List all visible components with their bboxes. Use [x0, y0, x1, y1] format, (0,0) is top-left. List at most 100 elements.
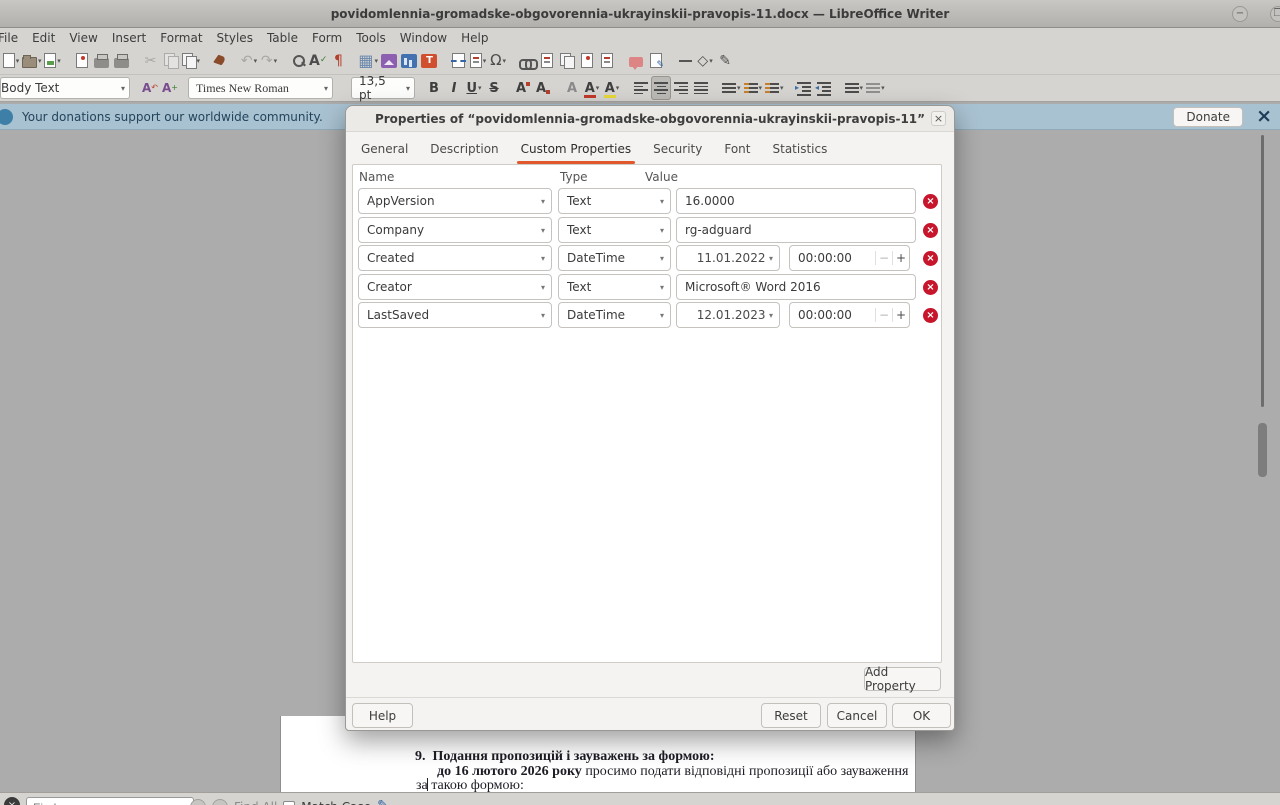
delete-property-button[interactable]: × — [923, 280, 938, 295]
delete-property-button[interactable]: × — [923, 223, 938, 238]
property-name-combo[interactable]: AppVersion▾ — [358, 188, 552, 214]
find-and-replace-icon[interactable]: ✎ — [377, 797, 389, 805]
find-next-button[interactable] — [212, 799, 228, 805]
menu-format[interactable]: Format — [153, 31, 209, 45]
find-replace-button[interactable] — [288, 49, 308, 73]
property-date-combo[interactable]: 12.01.2023▾ — [676, 302, 780, 328]
bookmark-button[interactable] — [597, 49, 617, 73]
property-type-combo[interactable]: DateTime▾ — [558, 245, 671, 271]
italic-button[interactable]: I — [444, 76, 464, 100]
property-name-combo[interactable]: Created▾ — [358, 245, 552, 271]
open-button[interactable]: ▾ — [21, 49, 43, 73]
property-type-combo[interactable]: Text▾ — [558, 274, 671, 300]
notification-close-icon[interactable]: × — [1256, 105, 1272, 127]
property-value-input[interactable] — [676, 274, 916, 300]
menu-help[interactable]: Help — [454, 31, 495, 45]
property-type-combo[interactable]: DateTime▾ — [558, 302, 671, 328]
time-decrement-button[interactable]: − — [875, 308, 892, 322]
align-left-button[interactable] — [631, 76, 651, 100]
subscript-button[interactable]: A — [533, 76, 553, 100]
justify-button[interactable] — [691, 76, 711, 100]
spelling-button[interactable]: A✓ — [308, 49, 328, 73]
property-name-combo[interactable]: Company▾ — [358, 217, 552, 243]
delete-property-button[interactable]: × — [923, 194, 938, 209]
menu-table[interactable]: Table — [260, 31, 305, 45]
horizontal-line-button[interactable] — [675, 49, 695, 73]
font-name-combo[interactable]: Times New Roman ▾ — [188, 77, 333, 99]
tab-font[interactable]: Font — [724, 134, 750, 164]
property-name-combo[interactable]: Creator▾ — [358, 274, 552, 300]
insert-image-button[interactable] — [379, 49, 399, 73]
font-size-combo[interactable]: 13,5 pt ▾ — [351, 77, 415, 99]
paste-button[interactable]: ▾ — [181, 49, 202, 73]
print-button[interactable] — [92, 49, 112, 73]
ok-button[interactable]: OK — [892, 703, 951, 728]
reset-button[interactable]: Reset — [761, 703, 821, 728]
highlight-color-button[interactable]: A▾ — [602, 76, 622, 100]
strikethrough-button[interactable]: S — [484, 76, 504, 100]
find-previous-button[interactable] — [190, 799, 206, 805]
update-style-button[interactable]: A↶ — [140, 76, 160, 100]
property-type-combo[interactable]: Text▾ — [558, 217, 671, 243]
menu-file[interactable]: File — [0, 31, 25, 45]
restore-button[interactable]: ❒ — [1270, 6, 1280, 22]
paragraph-spacing-button[interactable]: ▾ — [843, 76, 865, 100]
insert-table-button[interactable]: ▦▾ — [357, 49, 379, 73]
paragraph-style-combo[interactable]: Body Text ▾ — [0, 77, 130, 99]
page-break-button[interactable] — [448, 49, 468, 73]
superscript-button[interactable]: A — [513, 76, 533, 100]
time-decrement-button[interactable]: − — [875, 251, 892, 265]
bullet-list-button[interactable]: ▾ — [720, 76, 742, 100]
insert-comment-button[interactable] — [626, 49, 646, 73]
vertical-scrollbar-thumb[interactable] — [1258, 423, 1267, 477]
cut-button[interactable]: ✂ — [141, 49, 161, 73]
time-increment-button[interactable]: + — [892, 308, 909, 322]
menu-styles[interactable]: Styles — [210, 31, 260, 45]
property-name-combo[interactable]: LastSaved▾ — [358, 302, 552, 328]
property-value-input[interactable] — [676, 188, 916, 214]
clone-formatting-button[interactable] — [210, 49, 230, 73]
menu-form[interactable]: Form — [305, 31, 349, 45]
donate-button[interactable]: Donate — [1173, 107, 1243, 127]
tab-statistics[interactable]: Statistics — [773, 134, 828, 164]
menu-edit[interactable]: Edit — [25, 31, 62, 45]
property-date-combo[interactable]: 11.01.2022▾ — [676, 245, 780, 271]
time-increment-button[interactable]: + — [892, 251, 909, 265]
tab-description[interactable]: Description — [430, 134, 498, 164]
new-document-button[interactable]: ▾ — [1, 49, 21, 73]
align-right-button[interactable] — [671, 76, 691, 100]
bold-button[interactable]: B — [424, 76, 444, 100]
dialog-titlebar[interactable]: Properties of “povidomlennia-gromadske-o… — [346, 106, 954, 132]
new-style-button[interactable]: A+ — [160, 76, 180, 100]
redo-button[interactable]: ↷▾ — [259, 49, 279, 73]
increase-indent-button[interactable] — [794, 76, 814, 100]
underline-button[interactable]: U▾ — [464, 76, 484, 100]
outline-list-button[interactable]: ▾ — [763, 76, 785, 100]
tab-general[interactable]: General — [361, 134, 408, 164]
hyperlink-button[interactable] — [517, 49, 537, 73]
menu-insert[interactable]: Insert — [105, 31, 153, 45]
add-property-button[interactable]: Add Property — [864, 667, 941, 691]
close-find-bar-button[interactable]: × — [4, 797, 20, 805]
align-center-button[interactable] — [651, 76, 671, 100]
find-input[interactable] — [26, 797, 194, 805]
vertical-scrollbar-track[interactable] — [1261, 135, 1264, 407]
freeform-line-button[interactable]: ✎ — [715, 49, 735, 73]
find-all-button[interactable]: Find All — [234, 797, 277, 805]
formatting-marks-button[interactable]: ¶ — [328, 49, 348, 73]
font-color-button[interactable]: A▾ — [582, 76, 602, 100]
menu-window[interactable]: Window — [393, 31, 454, 45]
dialog-close-button[interactable]: × — [931, 111, 946, 126]
special-character-button[interactable]: Ω▾ — [488, 49, 508, 73]
copy-button[interactable] — [161, 49, 181, 73]
delete-property-button[interactable]: × — [923, 308, 938, 323]
menu-tools[interactable]: Tools — [349, 31, 393, 45]
footnote-button[interactable] — [537, 49, 557, 73]
delete-property-button[interactable]: × — [923, 251, 938, 266]
decrease-indent-button[interactable] — [814, 76, 834, 100]
match-case-checkbox[interactable] — [283, 801, 295, 805]
cancel-button[interactable]: Cancel — [827, 703, 887, 728]
line-spacing-button[interactable]: ▾ — [864, 76, 886, 100]
export-pdf-button[interactable] — [72, 49, 92, 73]
property-time-field[interactable]: 00:00:00 −+ — [789, 245, 910, 271]
